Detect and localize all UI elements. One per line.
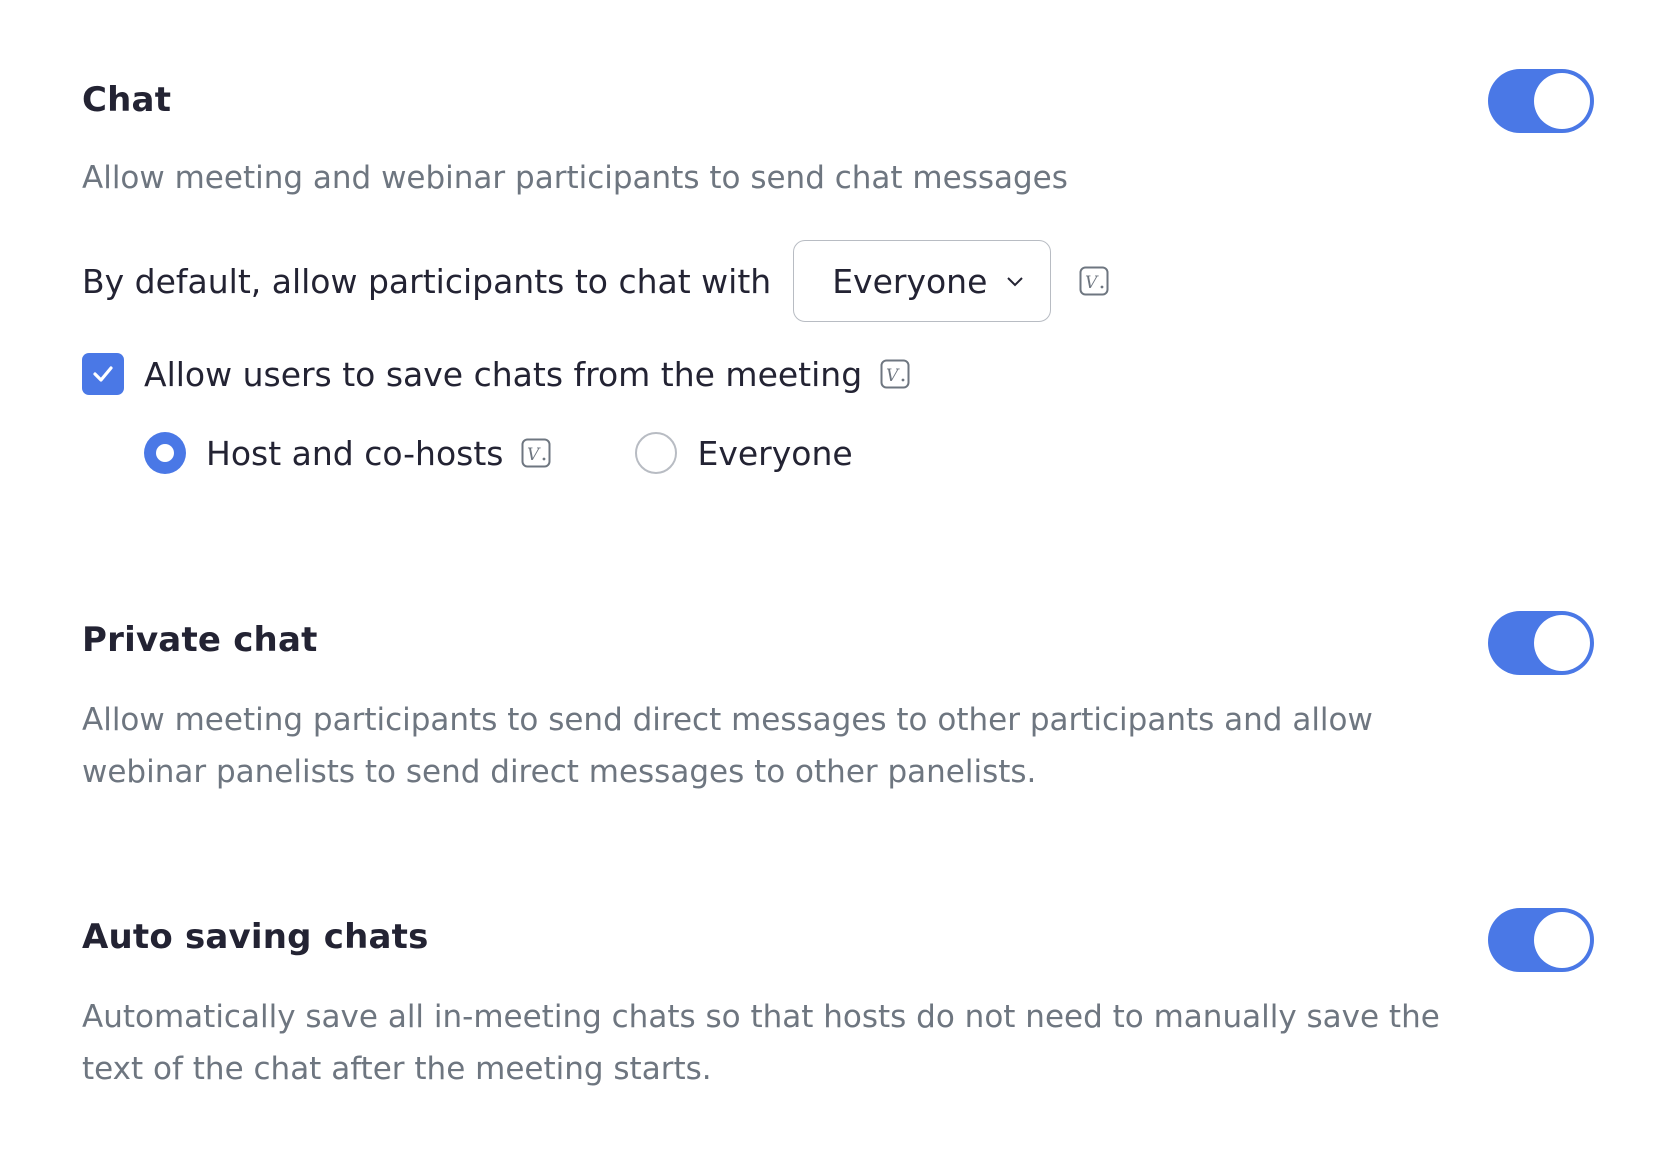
- version-badge-icon: V: [880, 359, 910, 389]
- radio-host-cohosts-label[interactable]: Host and co-hosts: [206, 434, 503, 473]
- chat-default-row: By default, allow participants to chat w…: [82, 240, 1109, 322]
- toggle-knob: [1534, 73, 1590, 129]
- auto-saving-description: Automatically save all in-meeting chats …: [82, 999, 1440, 1087]
- radio-dot: [156, 444, 174, 462]
- radio-everyone[interactable]: [635, 432, 678, 474]
- chat-toggle[interactable]: [1488, 69, 1594, 133]
- save-chats-checkbox[interactable]: [82, 353, 124, 395]
- toggle-knob: [1534, 615, 1590, 671]
- chat-with-dropdown-value: Everyone: [832, 261, 988, 301]
- chat-with-dropdown[interactable]: Everyone: [793, 240, 1052, 322]
- chevron-down-icon: [1005, 271, 1025, 291]
- radio-everyone-label[interactable]: Everyone: [697, 434, 852, 473]
- private-chat-toggle[interactable]: [1488, 611, 1594, 675]
- toggle-knob: [1534, 912, 1590, 968]
- save-chats-label: Allow users to save chats from the meeti…: [144, 354, 863, 394]
- private-chat-title: Private chat: [82, 620, 318, 660]
- save-chats-row: Allow users to save chats from the meeti…: [82, 351, 910, 397]
- svg-text:V: V: [1085, 273, 1099, 293]
- chat-default-label: By default, allow participants to chat w…: [82, 261, 772, 301]
- chat-description: Allow meeting and webinar participants t…: [82, 160, 1068, 196]
- svg-text:V: V: [886, 366, 900, 386]
- auto-saving-toggle[interactable]: [1488, 908, 1594, 972]
- version-badge-icon: V: [521, 438, 551, 468]
- svg-text:V: V: [527, 445, 541, 465]
- version-badge-icon: V: [1079, 266, 1109, 296]
- private-chat-description: Allow meeting participants to send direc…: [82, 702, 1373, 790]
- save-chats-radio-group: Host and co-hosts V Everyone: [144, 430, 853, 476]
- auto-saving-title: Auto saving chats: [82, 917, 429, 957]
- chat-title: Chat: [82, 80, 172, 120]
- radio-host-cohosts[interactable]: [144, 432, 186, 474]
- checkmark-icon: [93, 366, 113, 382]
